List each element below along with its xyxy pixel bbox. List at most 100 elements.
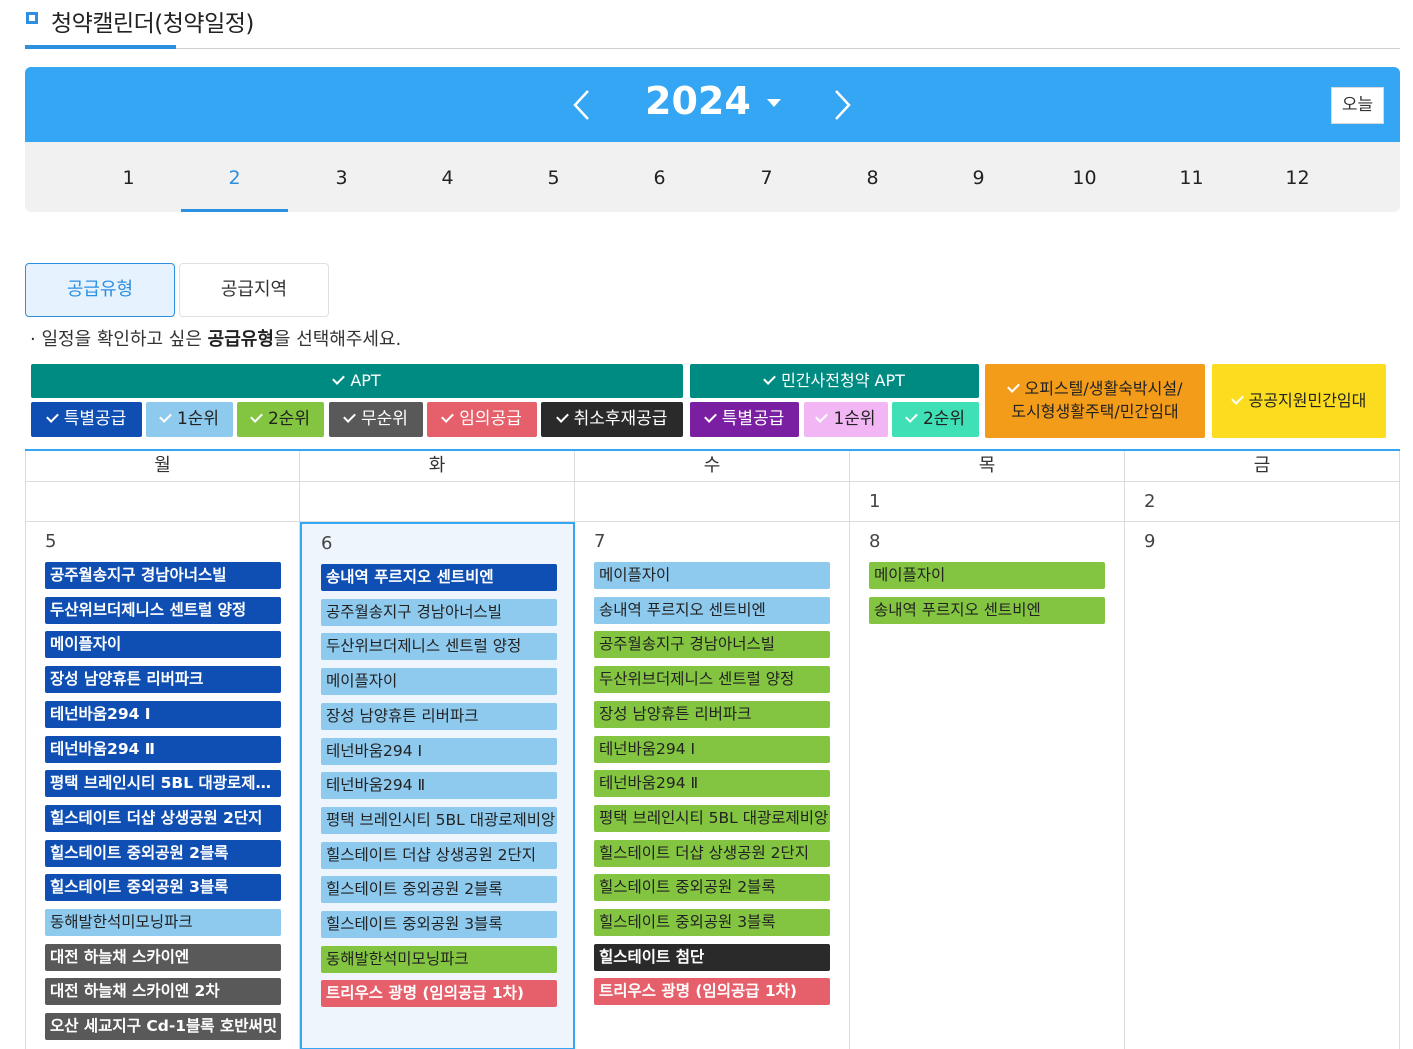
month-tab-2[interactable]: 2 bbox=[181, 142, 288, 212]
filter-chip-presale-7[interactable]: 1순위 bbox=[804, 402, 888, 437]
filter-group-apt[interactable]: APT bbox=[31, 364, 683, 398]
filter-officetel[interactable]: 오피스텔/생활숙박시설/ 도시형생활주택/민간임대 bbox=[985, 364, 1205, 438]
calendar-event[interactable]: 힐스테이트 첨단 bbox=[594, 943, 830, 971]
calendar-event[interactable]: 평택 브레인시티 5BL 대광로제비앙 bbox=[594, 804, 830, 832]
calendar-event[interactable]: 힐스테이트 중외공원 3블록 bbox=[594, 909, 830, 936]
month-tab-4[interactable]: 4 bbox=[394, 142, 501, 212]
calendar-event[interactable]: 트리우스 광명 (임의공급 1차) bbox=[594, 978, 830, 1006]
filter-chip-label: 취소후재공급 bbox=[573, 409, 668, 429]
calendar-day-cell bbox=[300, 482, 575, 522]
filter-officetel-line1: 오피스텔/생활숙박시설/ bbox=[1024, 379, 1183, 398]
calendar-event[interactable]: 평택 브레인시티 5BL 대광로제비앙 bbox=[45, 770, 281, 798]
tab-supply-type[interactable]: 공급유형 bbox=[25, 263, 175, 317]
calendar-event[interactable]: 테넌바움294 Ⅰ bbox=[594, 735, 830, 763]
calendar-event[interactable]: 장성 남양휴튼 리버파크 bbox=[45, 666, 281, 694]
month-tab-7[interactable]: 7 bbox=[713, 142, 820, 212]
month-tab-1[interactable]: 1 bbox=[75, 142, 182, 212]
check-icon bbox=[1230, 392, 1244, 405]
month-tab-11[interactable]: 11 bbox=[1138, 142, 1245, 212]
calendar-event[interactable]: 힐스테이트 더샵 상생공원 2단지 bbox=[45, 804, 281, 832]
filter-chip-label: 1순위 bbox=[176, 409, 220, 429]
calendar-day-cell: 1 bbox=[850, 482, 1125, 522]
filter-chip-apt-4[interactable]: 임의공급 bbox=[427, 402, 537, 437]
year-dropdown-caret-icon[interactable] bbox=[767, 99, 781, 107]
calendar-event[interactable]: 메이플자이 bbox=[321, 668, 557, 696]
filter-group-presale-apt[interactable]: 민간사전청약 APT bbox=[690, 364, 979, 398]
calendar-event[interactable]: 두산위브더제니스 센트럴 양정 bbox=[45, 596, 281, 624]
tab-supply-region[interactable]: 공급지역 bbox=[179, 263, 329, 317]
calendar-event[interactable]: 공주월송지구 경남아너스빌 bbox=[594, 631, 830, 659]
calendar-event[interactable]: 메이플자이 bbox=[594, 562, 830, 589]
calendar-event[interactable]: 힐스테이트 중외공원 3블록 bbox=[321, 911, 557, 938]
page-title: 청약캘린더(청약일정) bbox=[51, 11, 254, 37]
calendar-event[interactable]: 동해발한석미모닝파크 bbox=[321, 945, 557, 973]
calendar-event[interactable]: 힐스테이트 중외공원 2블록 bbox=[321, 876, 557, 904]
filter-chip-apt-0[interactable]: 특별공급 bbox=[31, 402, 142, 437]
calendar-event[interactable]: 장성 남양휴튼 리버파크 bbox=[594, 700, 830, 728]
weekday-header: 화 bbox=[300, 451, 575, 482]
today-button[interactable]: 오늘 bbox=[1331, 87, 1384, 124]
check-icon bbox=[555, 410, 569, 423]
calendar-event[interactable]: 송내역 푸르지오 센트비엔 bbox=[869, 596, 1105, 624]
year-label[interactable]: 2024 bbox=[645, 79, 751, 123]
calendar-event[interactable]: 공주월송지구 경남아너스빌 bbox=[321, 598, 557, 626]
instruction-bold: 공급유형 bbox=[207, 329, 274, 350]
calendar-event[interactable]: 동해발한석미모닝파크 bbox=[45, 909, 281, 936]
prev-year-button[interactable] bbox=[570, 89, 594, 121]
calendar-event[interactable]: 두산위브더제니스 센트럴 양정 bbox=[594, 666, 830, 694]
month-tab-10[interactable]: 10 bbox=[1031, 142, 1138, 212]
title-bullet-icon bbox=[26, 12, 38, 24]
weekday-header: 금 bbox=[1125, 451, 1400, 482]
filter-chip-apt-3[interactable]: 무순위 bbox=[329, 402, 423, 437]
calendar-event[interactable]: 힐스테이트 더샵 상생공원 2단지 bbox=[321, 841, 557, 869]
instruction-text: · 일정을 확인하고 싶은 공급유형을 선택해주세요. bbox=[30, 325, 401, 351]
month-tab-8[interactable]: 8 bbox=[819, 142, 926, 212]
day-number: 8 bbox=[869, 531, 881, 552]
calendar-event[interactable]: 테넌바움294 Ⅰ bbox=[321, 737, 557, 765]
check-icon bbox=[815, 410, 829, 423]
day-number: 7 bbox=[594, 531, 606, 552]
calendar-event[interactable]: 대전 하늘채 스카이엔 bbox=[45, 943, 281, 971]
next-year-button[interactable] bbox=[830, 89, 854, 121]
filter-group-apt-label: APT bbox=[350, 371, 381, 390]
calendar-event[interactable]: 트리우스 광명 (임의공급 1차) bbox=[321, 980, 557, 1008]
calendar-event[interactable]: 공주월송지구 경남아너스빌 bbox=[45, 562, 281, 589]
filter-chip-apt-2[interactable]: 2순위 bbox=[237, 402, 324, 437]
month-selector: 1 2 3 4 5 6 7 8 9 10 11 12 bbox=[25, 142, 1400, 212]
filter-chip-label: 2순위 bbox=[922, 409, 966, 429]
calendar-event[interactable]: 평택 브레인시티 5BL 대광로제비앙 bbox=[321, 806, 557, 834]
month-tab-6[interactable]: 6 bbox=[606, 142, 713, 212]
calendar-event[interactable]: 힐스테이트 더샵 상생공원 2단지 bbox=[594, 839, 830, 867]
month-tab-3[interactable]: 3 bbox=[288, 142, 395, 212]
calendar-event[interactable]: 오산 세교지구 Cd-1블록 호반써밋 bbox=[45, 1013, 281, 1041]
calendar-event[interactable]: 대전 하늘채 스카이엔 2차 bbox=[45, 978, 281, 1006]
calendar-event[interactable]: 힐스테이트 중외공원 3블록 bbox=[45, 874, 281, 902]
month-tab-12[interactable]: 12 bbox=[1244, 142, 1351, 212]
month-tab-5[interactable]: 5 bbox=[500, 142, 607, 212]
month-tab-9[interactable]: 9 bbox=[925, 142, 1032, 212]
filter-public-rental-label: 공공지원민간임대 bbox=[1248, 391, 1367, 410]
filter-chip-presale-6[interactable]: 특별공급 bbox=[690, 402, 799, 437]
calendar-event[interactable]: 테넌바움294 Ⅱ bbox=[594, 770, 830, 798]
calendar-event[interactable]: 메이플자이 bbox=[45, 631, 281, 659]
calendar-event[interactable]: 메이플자이 bbox=[869, 562, 1105, 589]
calendar-event[interactable]: 테넌바움294 Ⅰ bbox=[45, 700, 281, 728]
filter-chip-apt-1[interactable]: 1순위 bbox=[146, 402, 233, 437]
filter-chip-presale-8[interactable]: 2순위 bbox=[892, 402, 979, 437]
day-number: 1 bbox=[869, 491, 881, 512]
calendar-event[interactable]: 힐스테이트 중외공원 2블록 bbox=[594, 874, 830, 902]
check-icon bbox=[45, 410, 59, 423]
filter-public-rental[interactable]: 공공지원민간임대 bbox=[1212, 364, 1386, 438]
calendar-event[interactable]: 장성 남양휴튼 리버파크 bbox=[321, 702, 557, 730]
calendar-event[interactable]: 테넌바움294 Ⅱ bbox=[321, 772, 557, 800]
calendar-event[interactable]: 송내역 푸르지오 센트비엔 bbox=[594, 596, 830, 624]
calendar-event[interactable]: 두산위브더제니스 센트럴 양정 bbox=[321, 633, 557, 661]
calendar-event[interactable]: 힐스테이트 중외공원 2블록 bbox=[45, 839, 281, 867]
check-icon bbox=[441, 410, 455, 423]
calendar-event[interactable]: 송내역 푸르지오 센트비엔 bbox=[321, 564, 557, 591]
filter-chip-label: 특별공급 bbox=[721, 409, 785, 429]
calendar-event[interactable]: 테넌바움294 Ⅱ bbox=[45, 735, 281, 763]
weekday-header: 목 bbox=[850, 451, 1125, 482]
day-number: 9 bbox=[1144, 531, 1156, 552]
filter-chip-apt-5[interactable]: 취소후재공급 bbox=[541, 402, 683, 437]
